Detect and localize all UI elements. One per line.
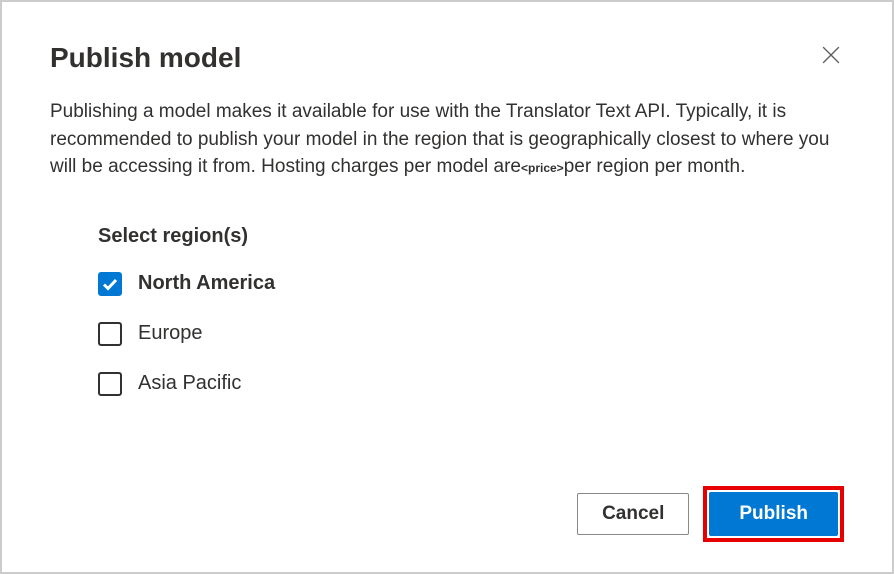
publish-model-dialog: Publish model Publishing a model makes i… — [2, 2, 892, 572]
cancel-button[interactable]: Cancel — [577, 493, 689, 535]
description-text-2: per region per month. — [564, 156, 746, 177]
checkbox-europe[interactable] — [98, 322, 122, 346]
close-button[interactable] — [818, 42, 844, 68]
publish-button-highlight: Publish — [703, 486, 844, 542]
dialog-header: Publish model — [50, 42, 844, 74]
dialog-title: Publish model — [50, 42, 241, 74]
region-label: North America — [138, 272, 275, 295]
checkmark-icon — [102, 276, 118, 292]
dialog-buttons: Cancel Publish — [577, 486, 844, 542]
region-option-asia-pacific[interactable]: Asia Pacific — [98, 372, 844, 396]
region-label: Asia Pacific — [138, 372, 241, 395]
checkbox-asia-pacific[interactable] — [98, 372, 122, 396]
close-icon — [822, 46, 840, 64]
region-section-label: Select region(s) — [98, 225, 844, 248]
checkbox-north-america[interactable] — [98, 272, 122, 296]
region-option-europe[interactable]: Europe — [98, 322, 844, 346]
price-placeholder: <price> — [521, 161, 564, 175]
publish-button[interactable]: Publish — [709, 492, 838, 536]
region-section: Select region(s) North America Europe As… — [50, 225, 844, 396]
region-option-north-america[interactable]: North America — [98, 272, 844, 296]
dialog-description: Publishing a model makes it available fo… — [50, 98, 844, 181]
region-label: Europe — [138, 322, 203, 345]
